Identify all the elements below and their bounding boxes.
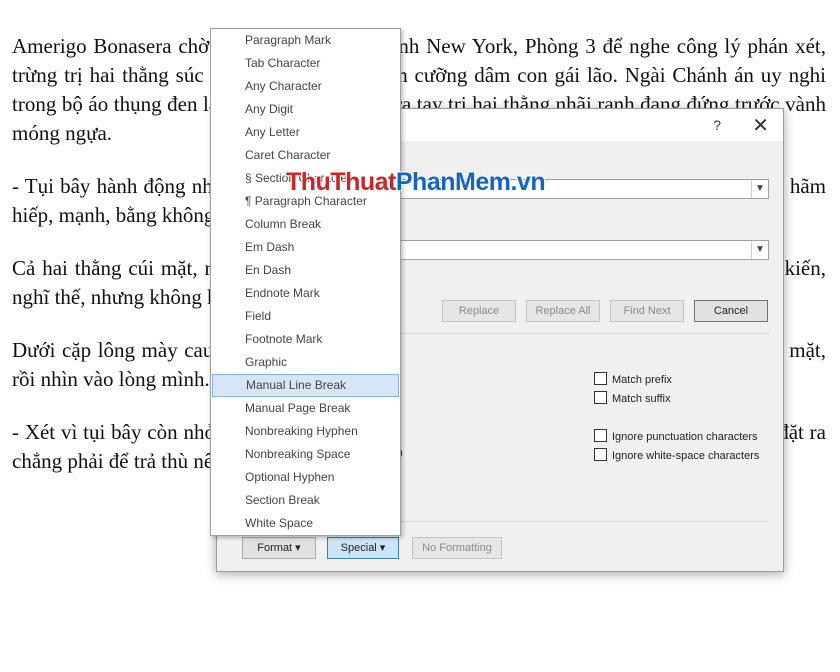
menu-item-field[interactable]: Field xyxy=(211,305,400,328)
menu-item-manual-page-break[interactable]: Manual Page Break xyxy=(211,397,400,420)
watermark-logo: ThuThuatPhanMem.vn xyxy=(286,168,546,197)
checkbox-box[interactable] xyxy=(594,391,607,404)
cancel-button[interactable]: Cancel xyxy=(694,300,768,322)
ignore-whitespace-checkbox[interactable]: Ignore white-space characters xyxy=(594,448,759,462)
special-button[interactable]: Special ▾ xyxy=(327,537,399,559)
menu-item-optional-hyphen[interactable]: Optional Hyphen xyxy=(211,466,400,489)
menu-item-white-space[interactable]: White Space xyxy=(211,512,400,535)
menu-item-column-break[interactable]: Column Break xyxy=(211,213,400,236)
menu-item-any-character[interactable]: Any Character xyxy=(211,75,400,98)
format-button[interactable]: Format ▾ xyxy=(242,537,316,559)
menu-item-tab-character[interactable]: Tab Character xyxy=(211,52,400,75)
checkbox-box[interactable] xyxy=(594,448,607,461)
menu-item-footnote-mark[interactable]: Footnote Mark xyxy=(211,328,400,351)
close-icon[interactable]: ✕ xyxy=(752,113,769,138)
menu-item-endnote-mark[interactable]: Endnote Mark xyxy=(211,282,400,305)
menu-item-em-dash[interactable]: Em Dash xyxy=(211,236,400,259)
replace-all-button[interactable]: Replace All xyxy=(526,300,600,322)
no-formatting-button[interactable]: No Formatting xyxy=(412,537,502,559)
special-menu: Paragraph Mark Tab Character Any Charact… xyxy=(210,28,401,536)
chevron-down-icon[interactable]: ▼ xyxy=(751,180,768,198)
checkbox-box[interactable] xyxy=(594,429,607,442)
replace-with-input[interactable]: ▼ xyxy=(393,240,769,260)
watermark-part-2: Thuat xyxy=(330,168,396,196)
find-next-button[interactable]: Find Next xyxy=(610,300,684,322)
replace-button[interactable]: Replace xyxy=(442,300,516,322)
menu-item-nonbreaking-hyphen[interactable]: Nonbreaking Hyphen xyxy=(211,420,400,443)
match-suffix-checkbox[interactable]: Match suffix xyxy=(594,391,671,405)
menu-item-any-letter[interactable]: Any Letter xyxy=(211,121,400,144)
watermark-part-4: .vn xyxy=(510,168,546,196)
menu-item-any-digit[interactable]: Any Digit xyxy=(211,98,400,121)
menu-item-graphic[interactable]: Graphic xyxy=(211,351,400,374)
help-icon[interactable]: ? xyxy=(713,117,721,133)
menu-item-nonbreaking-space[interactable]: Nonbreaking Space xyxy=(211,443,400,466)
watermark-part-1: Thu xyxy=(286,168,331,196)
checkbox-box[interactable] xyxy=(594,372,607,385)
menu-item-en-dash[interactable]: En Dash xyxy=(211,259,400,282)
match-prefix-checkbox[interactable]: Match prefix xyxy=(594,372,672,386)
menu-item-paragraph-mark[interactable]: Paragraph Mark xyxy=(211,29,400,52)
chevron-down-icon[interactable]: ▼ xyxy=(751,241,768,259)
ignore-punctuation-checkbox[interactable]: Ignore punctuation characters xyxy=(594,429,758,443)
menu-item-caret-character[interactable]: Caret Character xyxy=(211,144,400,167)
watermark-part-3: PhanMem xyxy=(395,168,511,196)
menu-item-section-break[interactable]: Section Break xyxy=(211,489,400,512)
menu-item-manual-line-break[interactable]: Manual Line Break xyxy=(212,374,399,397)
section-divider xyxy=(393,333,769,334)
